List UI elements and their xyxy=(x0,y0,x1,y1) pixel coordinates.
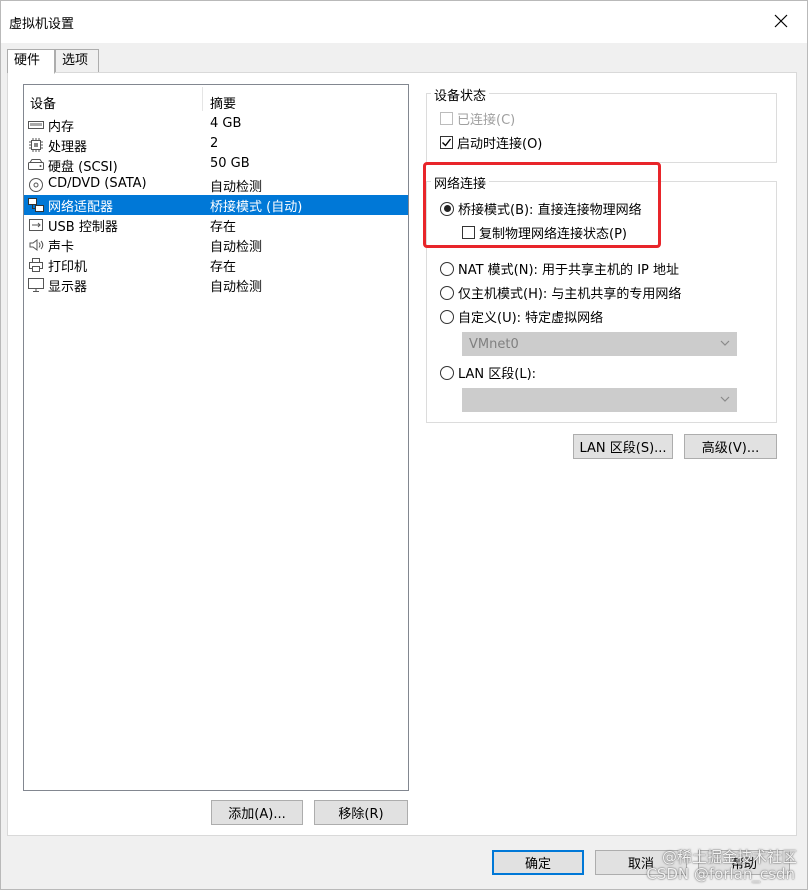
cd-dvd-icon xyxy=(28,177,44,193)
lan-segments-button[interactable]: LAN 区段(S)... xyxy=(573,434,673,459)
device-list-header: 设备 摘要 xyxy=(24,85,408,115)
close-button[interactable] xyxy=(769,9,793,33)
bridged-label: 桥接模式(B): 直接连接物理网络 xyxy=(458,203,642,218)
custom-network-value: VMnet0 xyxy=(469,337,519,352)
device-name: USB 控制器 xyxy=(48,220,118,235)
replicate-state-checkbox[interactable]: 复制物理网络连接状态(P) xyxy=(462,223,627,242)
device-summary: 2 xyxy=(210,136,219,151)
lan-segment-label: LAN 区段(L): xyxy=(458,367,537,382)
device-rows: 内存 4 GB 处理器 2 硬盘 (SCSI) 50 GB CD/DVD (SA… xyxy=(24,115,408,295)
device-summary: 4 GB xyxy=(210,116,242,131)
device-name: 网络适配器 xyxy=(48,200,114,215)
device-row-hard-disk[interactable]: 硬盘 (SCSI) 50 GB xyxy=(24,155,408,175)
device-name: CD/DVD (SATA) xyxy=(48,176,147,191)
watermark-csdn: CSDN @forlan_csdn xyxy=(646,865,795,883)
column-separator[interactable] xyxy=(202,87,203,111)
connect-at-power-on-label: 启动时连接(O) xyxy=(457,137,543,152)
custom-network-select[interactable]: VMnet0 xyxy=(462,332,737,356)
device-summary: 存在 xyxy=(210,220,237,235)
device-row-usb[interactable]: USB 控制器 存在 xyxy=(24,215,408,235)
network-adapter-icon xyxy=(28,197,44,213)
ok-button[interactable]: 确定 xyxy=(492,850,584,875)
radio-unselected xyxy=(440,309,454,324)
lan-segment-radio[interactable]: LAN 区段(L): xyxy=(440,363,536,382)
device-name: 处理器 xyxy=(48,140,88,155)
watermark-juejin: @稀土掘金技术社区 xyxy=(661,848,797,866)
tab-options[interactable]: 选项 xyxy=(55,49,99,73)
device-row-memory[interactable]: 内存 4 GB xyxy=(24,115,408,135)
check-icon xyxy=(442,138,452,147)
device-row-display[interactable]: 显示器 自动检测 xyxy=(24,275,408,295)
custom-radio[interactable]: 自定义(U): 特定虚拟网络 xyxy=(440,307,603,326)
device-name: 内存 xyxy=(48,120,75,135)
add-device-button[interactable]: 添加(A)... xyxy=(211,800,303,825)
device-summary: 自动检测 xyxy=(210,280,263,295)
lan-segment-select[interactable] xyxy=(462,388,737,412)
custom-label: 自定义(U): 特定虚拟网络 xyxy=(458,311,604,326)
close-icon xyxy=(774,14,788,28)
device-summary: 自动检测 xyxy=(210,180,263,195)
usb-icon xyxy=(28,217,44,233)
memory-icon xyxy=(28,117,44,133)
checkbox-checked-box xyxy=(440,136,453,149)
device-name: 声卡 xyxy=(48,240,75,255)
display-icon xyxy=(28,277,44,293)
device-name: 硬盘 (SCSI) xyxy=(48,160,118,175)
vm-settings-dialog: 虚拟机设置 硬件 选项 设备 摘要 内存 4 GB 处理器 2 硬盘 (SCSI… xyxy=(0,0,808,890)
chevron-down-icon xyxy=(720,393,730,408)
column-summary[interactable]: 摘要 xyxy=(210,93,236,112)
host-only-label: 仅主机模式(H): 与主机共享的专用网络 xyxy=(458,287,682,302)
device-summary: 桥接模式 (自动) xyxy=(210,200,303,215)
remove-device-button[interactable]: 移除(R) xyxy=(314,800,408,825)
chevron-down-icon xyxy=(720,337,730,352)
bridged-radio[interactable]: 桥接模式(B): 直接连接物理网络 xyxy=(440,199,642,218)
network-connection-label: 网络连接 xyxy=(431,173,490,192)
connected-checkbox[interactable]: 已连接(C) xyxy=(440,109,515,128)
nat-radio[interactable]: NAT 模式(N): 用于共享主机的 IP 地址 xyxy=(440,259,679,278)
device-summary: 50 GB xyxy=(210,156,250,171)
device-name: 显示器 xyxy=(48,280,88,295)
host-only-radio[interactable]: 仅主机模式(H): 与主机共享的专用网络 xyxy=(440,283,681,302)
column-device[interactable]: 设备 xyxy=(30,93,56,112)
device-row-processor[interactable]: 处理器 2 xyxy=(24,135,408,155)
tab-hardware[interactable]: 硬件 xyxy=(7,49,55,74)
checkbox-box xyxy=(440,112,453,125)
radio-selected xyxy=(440,201,454,216)
connect-at-power-on-checkbox[interactable]: 启动时连接(O) xyxy=(440,133,542,152)
device-status-label: 设备状态 xyxy=(431,85,490,104)
nat-label: NAT 模式(N): 用于共享主机的 IP 地址 xyxy=(458,263,680,278)
sound-icon xyxy=(28,237,44,253)
checkbox-box xyxy=(462,226,475,239)
replicate-state-label: 复制物理网络连接状态(P) xyxy=(479,227,627,242)
device-row-printer[interactable]: 打印机 存在 xyxy=(24,255,408,275)
device-row-cd-dvd[interactable]: CD/DVD (SATA) 自动检测 xyxy=(24,175,408,195)
device-summary: 存在 xyxy=(210,260,237,275)
connected-label: 已连接(C) xyxy=(457,113,516,128)
printer-icon xyxy=(28,257,44,273)
radio-unselected xyxy=(440,365,454,380)
radio-unselected xyxy=(440,285,454,300)
hard-disk-icon xyxy=(28,157,44,173)
device-row-network-adapter[interactable]: 网络适配器 桥接模式 (自动) xyxy=(24,195,408,215)
advanced-button[interactable]: 高级(V)... xyxy=(684,434,777,459)
processor-icon xyxy=(28,137,44,153)
device-list[interactable]: 设备 摘要 内存 4 GB 处理器 2 硬盘 (SCSI) 50 GB CD/D… xyxy=(23,84,409,791)
window-title: 虚拟机设置 xyxy=(9,17,75,32)
device-summary: 自动检测 xyxy=(210,240,263,255)
title-bar: 虚拟机设置 xyxy=(1,1,807,43)
radio-unselected xyxy=(440,261,454,276)
device-row-sound[interactable]: 声卡 自动检测 xyxy=(24,235,408,255)
device-name: 打印机 xyxy=(48,260,88,275)
